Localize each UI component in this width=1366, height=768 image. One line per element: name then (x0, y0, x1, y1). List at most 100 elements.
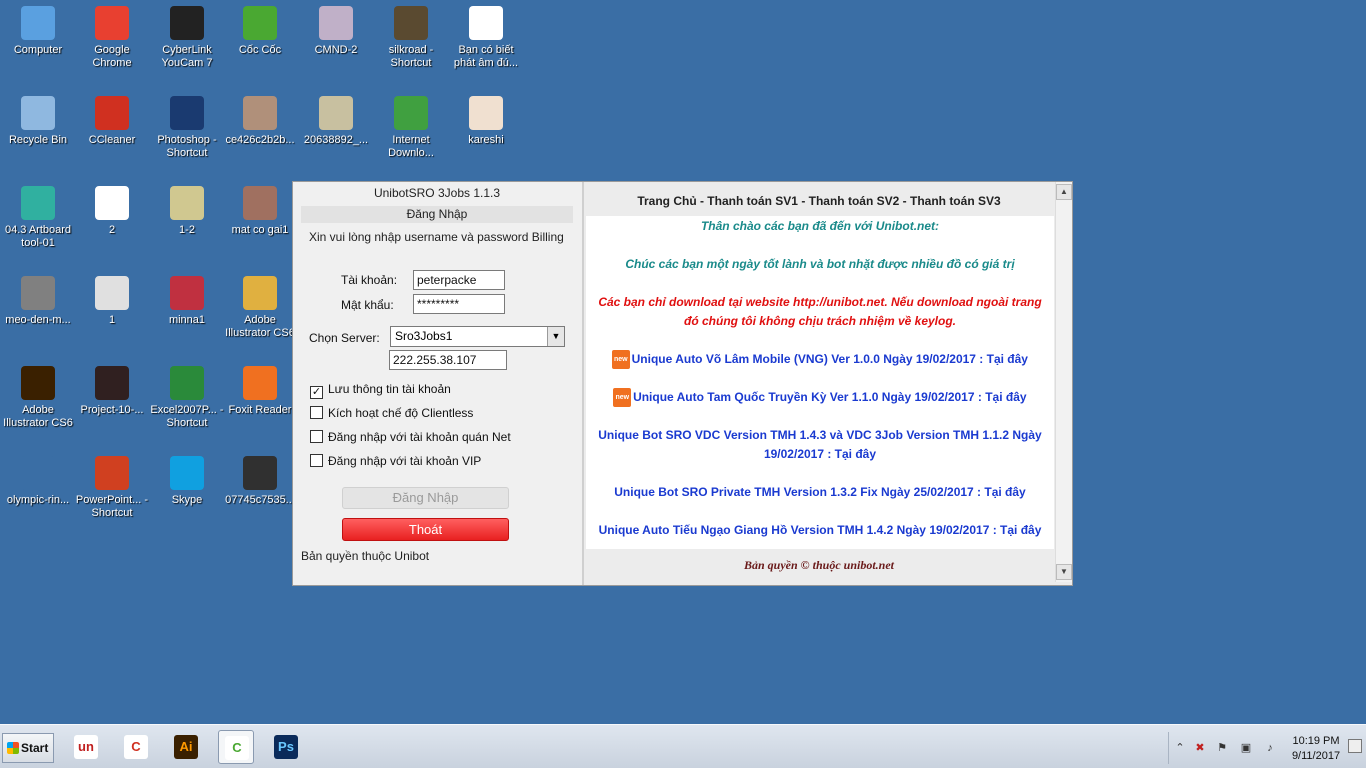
desktop-icon[interactable]: Cốc Cốc (222, 6, 298, 57)
checkbox-checked-icon[interactable]: ✓ (310, 386, 323, 399)
download-link[interactable]: Unique Bot SRO VDC Version TMH 1.4.3 và … (586, 426, 1054, 464)
desktop-icon[interactable]: Google Chrome (74, 6, 150, 70)
show-desktop-button[interactable] (1348, 739, 1362, 753)
login-hint: Xin vui lòng nhập username và password B… (309, 230, 564, 244)
desktop-icon[interactable]: Recycle Bin (0, 96, 76, 147)
password-label: Mật khẩu: (341, 298, 394, 312)
desktop-icon[interactable]: CCleaner (74, 96, 150, 147)
shortcut-icon (319, 6, 353, 40)
desktop-icon[interactable]: minna1 (149, 276, 225, 327)
option-checkbox[interactable]: Kích hoạt chế độ Clientless (310, 406, 473, 420)
wish-text: Chúc các bạn một ngày tốt lành và bot nh… (625, 257, 1015, 271)
desktop-icon[interactable]: ce426c2b2b... (222, 96, 298, 147)
taskbar-illustrator-button[interactable]: Ai (168, 730, 204, 764)
taskbar-coccoc-button[interactable]: C (218, 730, 254, 764)
desktop-icon[interactable]: Project-10-... (74, 366, 150, 417)
clock[interactable]: 10:19 PM 9/11/2017 (1282, 734, 1350, 764)
exit-button[interactable]: Thoát (342, 518, 509, 541)
taskbar-unikey-button[interactable]: un (68, 730, 104, 764)
security-icon[interactable]: ✖ (1193, 741, 1207, 755)
desktop-icon[interactable]: CyberLink YouCam 7 (149, 6, 225, 70)
photoshop-icon: Ps (274, 735, 298, 759)
copyright-left: Bản quyền thuộc Unibot (301, 549, 430, 563)
option-checkbox[interactable]: Đăng nhập với tài khoản VIP (310, 454, 481, 468)
username-input[interactable]: peterpacke (413, 270, 505, 290)
desktop-icon-label: 04.3 Artboard tool-01 (4, 224, 72, 249)
desktop-icon[interactable]: meo-den-m... (0, 276, 76, 327)
shortcut-icon (243, 456, 277, 490)
checkbox-icon[interactable] (310, 454, 323, 467)
desktop-icon[interactable]: 07745c7535... (222, 456, 298, 507)
ccleaner-icon: C (124, 735, 148, 759)
taskbar-ccleaner-button[interactable]: C (118, 730, 154, 764)
desktop-icon[interactable]: Adobe Illustrator CS6 (0, 366, 76, 430)
shortcut-icon (95, 6, 129, 40)
taskbar-photoshop-button[interactable]: Ps (268, 730, 304, 764)
scroll-up-icon[interactable]: ▲ (1056, 184, 1072, 200)
desktop-icon[interactable]: Foxit Reader (222, 366, 298, 417)
checkbox-icon[interactable] (310, 430, 323, 443)
volume-icon[interactable]: ♪ (1263, 741, 1277, 755)
desktop-icon[interactable]: Computer (0, 6, 76, 57)
chevron-down-icon[interactable]: ▼ (547, 327, 564, 346)
news-pane: Trang Chủ - Thanh toán SV1 - Thanh toán … (582, 182, 1072, 585)
desktop-icon-label: minna1 (168, 314, 206, 326)
shortcut-icon (394, 6, 428, 40)
option-label: Lưu thông tin tài khoản (328, 382, 451, 396)
desktop-icon[interactable]: kareshi (448, 96, 524, 147)
desktop-icon[interactable]: Excel2007P... - Shortcut (149, 366, 225, 430)
desktop-icon-label: 20638892_... (303, 134, 369, 146)
desktop-icon[interactable]: Skype (149, 456, 225, 507)
chevron-up-icon[interactable]: ⌃ (1173, 741, 1187, 755)
desktop-icon-label: 1 (108, 314, 116, 326)
network-icon[interactable]: ▣ (1239, 741, 1253, 755)
desktop-icon[interactable]: 1-2 (149, 186, 225, 237)
desktop-icon[interactable]: PowerPoint... - Shortcut (74, 456, 150, 520)
option-checkbox[interactable]: Đăng nhập với tài khoản quán Net (310, 430, 511, 444)
copyright-right: Bản quyền © thuộc unibot.net (744, 558, 894, 572)
nav-links[interactable]: Trang Chủ - Thanh toán SV1 - Thanh toán … (584, 194, 1054, 208)
desktop-icon-label: kareshi (468, 134, 504, 146)
shortcut-icon (95, 366, 129, 400)
desktop-icon[interactable]: CMND-2 (298, 6, 374, 57)
desktop-icon[interactable]: mat co gai1 (222, 186, 298, 237)
password-input[interactable]: ********* (413, 294, 505, 314)
shortcut-icon (170, 6, 204, 40)
desktop-icon[interactable]: Bạn có biết phát âm đú... (448, 6, 524, 70)
section-header: Đăng Nhập (301, 206, 573, 223)
option-checkbox[interactable]: ✓ Lưu thông tin tài khoản (310, 382, 451, 399)
desktop-icon[interactable]: silkroad - Shortcut (373, 6, 449, 70)
desktop-icon[interactable]: 04.3 Artboard tool-01 (0, 186, 76, 250)
scrollbar[interactable]: ▲ ▼ (1055, 182, 1072, 582)
scroll-down-icon[interactable]: ▼ (1056, 564, 1072, 580)
desktop-icon[interactable]: 20638892_... (298, 96, 374, 147)
shortcut-icon (243, 276, 277, 310)
desktop-icon[interactable]: 1 (74, 276, 150, 327)
unikey-icon: un (74, 735, 98, 759)
desktop-icon[interactable]: olympic-rin... (0, 456, 76, 507)
download-link[interactable]: new Unique Auto Võ Lâm Mobile (VNG) Ver 1… (586, 350, 1054, 369)
download-link-text: Unique Auto Tiếu Ngạo Giang Hồ Version T… (598, 523, 1042, 537)
start-button[interactable]: Start (2, 733, 54, 763)
desktop-icon[interactable]: Adobe Illustrator CS6 (222, 276, 298, 340)
desktop-icon-label: Adobe Illustrator CS6 (3, 404, 73, 429)
server-ip-field[interactable]: 222.255.38.107 (389, 350, 507, 370)
checkbox-icon[interactable] (310, 406, 323, 419)
server-select[interactable]: Sro3Jobs1 ▼ (390, 326, 565, 347)
download-link[interactable]: Unique Auto Tiếu Ngạo Giang Hồ Version T… (586, 521, 1054, 540)
shortcut-icon (21, 366, 55, 400)
download-link[interactable]: new Unique Auto Tam Quốc Truyền Kỳ Ver 1.… (586, 388, 1054, 407)
login-button[interactable]: Đăng Nhập (342, 487, 509, 509)
desktop-icon[interactable]: Internet Downlo... (373, 96, 449, 160)
desktop-icon-label: 1-2 (179, 224, 195, 236)
flag-icon[interactable]: ⚑ (1215, 741, 1229, 755)
desktop-icon[interactable]: 2 (74, 186, 150, 237)
desktop-icon-label: Computer (13, 44, 63, 56)
illustrator-icon: Ai (174, 735, 198, 759)
desktop-icon-label: 2 (108, 224, 116, 236)
desktop-icon-label: Excel2007P... - Shortcut (150, 404, 224, 429)
desktop-icon-label: CMND-2 (314, 44, 358, 56)
desktop-icon-label: CyberLink YouCam 7 (161, 44, 213, 69)
desktop-icon[interactable]: Photoshop - Shortcut (149, 96, 225, 160)
download-link[interactable]: Unique Bot SRO Private TMH Version 1.3.2… (586, 483, 1054, 502)
